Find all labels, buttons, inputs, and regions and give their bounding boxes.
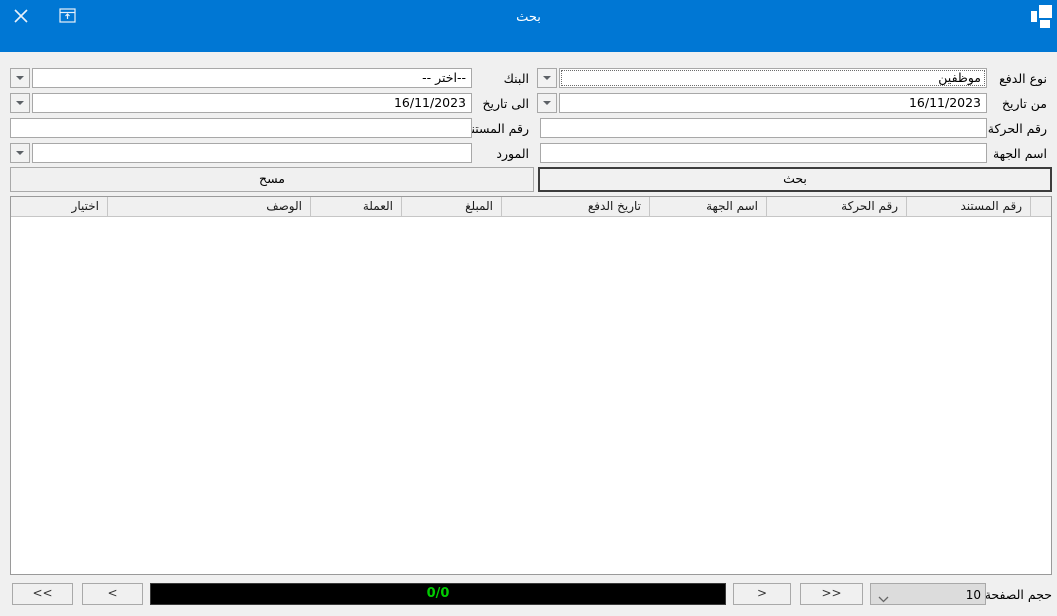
dropdown-arrow-icon <box>543 76 551 80</box>
payment-type-combo[interactable]: موظفين <box>559 68 987 88</box>
table-header-description[interactable]: الوصف <box>107 197 310 216</box>
pager-last-button[interactable]: >> <box>800 583 863 605</box>
payment-type-dropdown-button[interactable] <box>537 68 557 88</box>
table-header-amount[interactable]: المبلغ <box>401 197 501 216</box>
logo-block-large <box>1039 5 1052 18</box>
bank-dropdown-button[interactable] <box>10 68 30 88</box>
label-supplier: المورد <box>496 146 529 161</box>
label-from-date: من تاريخ <box>1002 96 1047 111</box>
table-header-currency[interactable]: العملة <box>310 197 401 216</box>
table-header-select[interactable]: اختيار <box>11 197 107 216</box>
label-document-number: رقم المستند <box>465 121 529 136</box>
from-date-field[interactable]: 16/11/2023 <box>559 93 987 113</box>
table-header-row: رقم المستند رقم الحركة اسم الجهة تاريخ ا… <box>11 197 1051 217</box>
dropdown-arrow-icon <box>16 76 24 80</box>
label-payment-type: نوع الدفع <box>999 71 1047 86</box>
results-table: رقم المستند رقم الحركة اسم الجهة تاريخ ا… <box>10 196 1052 575</box>
app-logo <box>1027 0 1057 32</box>
label-entity-name: اسم الجهة <box>993 146 1047 161</box>
to-date-value: 16/11/2023 <box>394 95 466 110</box>
supplier-combo[interactable] <box>32 143 472 163</box>
search-window: بحث نوع الدفع موظفين البنك --اختر -- من … <box>0 0 1057 616</box>
pager-next-button[interactable]: > <box>733 583 791 605</box>
entity-name-input[interactable] <box>540 143 987 163</box>
bank-value: --اختر -- <box>422 70 466 85</box>
table-header-transaction-number[interactable]: رقم الحركة <box>766 197 906 216</box>
chevron-down-icon <box>878 589 889 609</box>
table-body <box>11 217 1051 574</box>
from-date-value: 16/11/2023 <box>909 95 981 110</box>
table-header-payment-date[interactable]: تاريخ الدفع <box>501 197 649 216</box>
dropdown-arrow-icon <box>543 101 551 105</box>
document-number-input[interactable] <box>10 118 472 138</box>
page-size-select[interactable]: 10 <box>870 583 986 605</box>
clear-button[interactable]: مسح <box>10 167 534 192</box>
window-title: بحث <box>0 10 1057 25</box>
pager-first-button[interactable]: << <box>12 583 73 605</box>
pager-counter: 0/0 <box>150 583 726 605</box>
to-date-field[interactable]: 16/11/2023 <box>32 93 472 113</box>
label-bank: البنك <box>504 71 529 86</box>
logo-block-small-bar <box>1031 11 1037 22</box>
payment-type-value: موظفين <box>938 70 981 85</box>
logo-block-small <box>1040 20 1050 28</box>
table-header-blank <box>1030 197 1051 216</box>
dropdown-arrow-icon <box>16 101 24 105</box>
search-button[interactable]: بحث <box>538 167 1052 192</box>
table-header-document-number[interactable]: رقم المستند <box>906 197 1030 216</box>
page-size-label: حجم الصفحة <box>985 587 1052 602</box>
from-date-dropdown-button[interactable] <box>537 93 557 113</box>
dropdown-arrow-icon <box>16 151 24 155</box>
to-date-dropdown-button[interactable] <box>10 93 30 113</box>
transaction-number-input[interactable] <box>540 118 987 138</box>
pager-prev-button[interactable]: < <box>82 583 143 605</box>
supplier-dropdown-button[interactable] <box>10 143 30 163</box>
bank-combo[interactable]: --اختر -- <box>32 68 472 88</box>
page-size-value: 10 <box>966 585 981 605</box>
label-transaction-number: رقم الحركة <box>988 121 1047 136</box>
table-header-entity-name[interactable]: اسم الجهة <box>649 197 766 216</box>
label-to-date: الى تاريخ <box>482 96 529 111</box>
titlebar: بحث <box>0 0 1057 52</box>
